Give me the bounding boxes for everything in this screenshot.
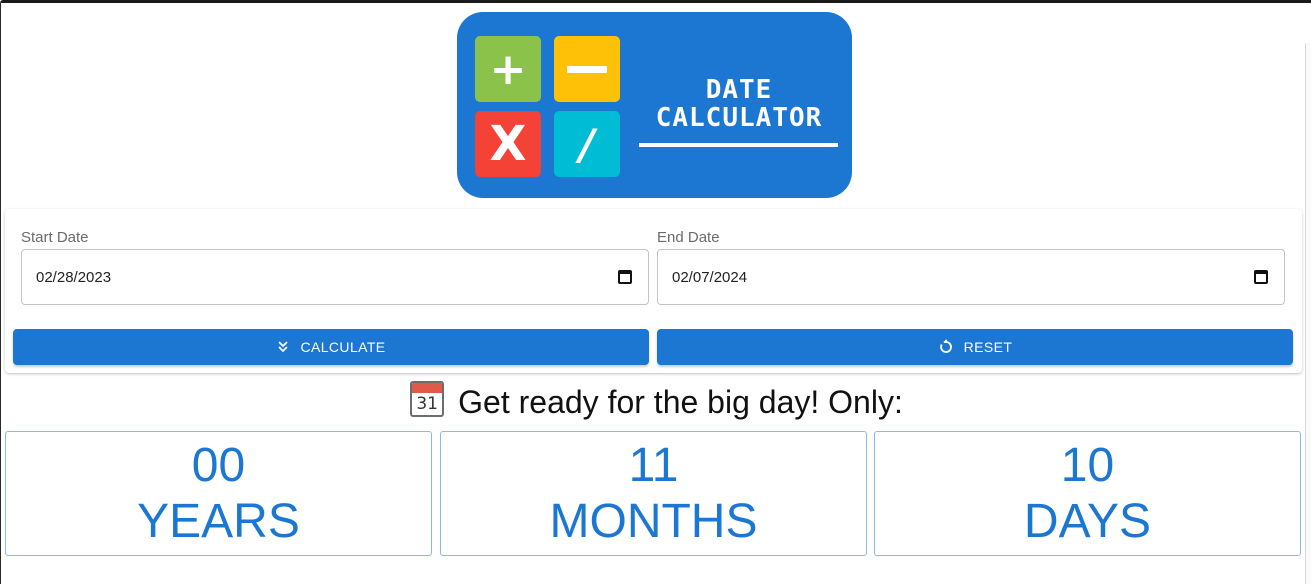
start-date-input[interactable]: 02/28/2023 [21, 249, 649, 305]
reset-button-label: RESET [963, 339, 1013, 355]
countdown-message-text: Get ready for the big day! Only: [458, 384, 903, 420]
app-window: + X / DATE CALCULATOR Start Date 02/28/2… [0, 0, 1311, 584]
date-form-card: Start Date 02/28/2023 End Date 02/07/202… [5, 209, 1302, 373]
start-date-value: 02/28/2023 [36, 268, 112, 286]
plus-tile: + [475, 36, 541, 102]
times-tile: X [475, 111, 541, 177]
reset-button[interactable]: RESET [657, 329, 1293, 365]
calendar-icon[interactable] [1254, 270, 1268, 284]
countdown-message: 31 Get ready for the big day! Only: [1, 381, 1311, 423]
minus-tile [554, 36, 620, 102]
days-unit: DAYS [1023, 495, 1152, 548]
end-date-label: End Date [657, 229, 720, 246]
days-result-box: 10 DAYS [874, 431, 1301, 556]
months-unit: MONTHS [549, 495, 758, 548]
double-chevron-down-icon [278, 341, 289, 353]
calendar-icon[interactable] [618, 270, 632, 284]
logo-title-line1: DATE [705, 75, 773, 105]
start-date-label: Start Date [21, 229, 89, 246]
end-date-value: 02/07/2024 [672, 268, 748, 286]
logo-title-line2: CALCULATOR [655, 103, 823, 133]
days-value: 10 [1060, 439, 1115, 492]
months-value: 11 [628, 439, 679, 492]
years-unit: YEARS [137, 495, 300, 548]
months-result-box: 11 MONTHS [440, 431, 867, 556]
calendar-emoji-icon: 31 [410, 381, 445, 417]
calculate-button-label: CALCULATE [300, 339, 386, 355]
logo-underline [639, 143, 838, 147]
calculate-button[interactable]: CALCULATE [13, 329, 649, 365]
end-date-input[interactable]: 02/07/2024 [657, 249, 1285, 305]
refresh-icon [939, 339, 952, 353]
divide-tile: / [554, 111, 620, 177]
scrollbar-edge [1305, 43, 1311, 584]
app-logo: + X / DATE CALCULATOR [457, 12, 852, 198]
years-result-box: 00 YEARS [5, 431, 432, 556]
years-value: 00 [191, 439, 246, 492]
